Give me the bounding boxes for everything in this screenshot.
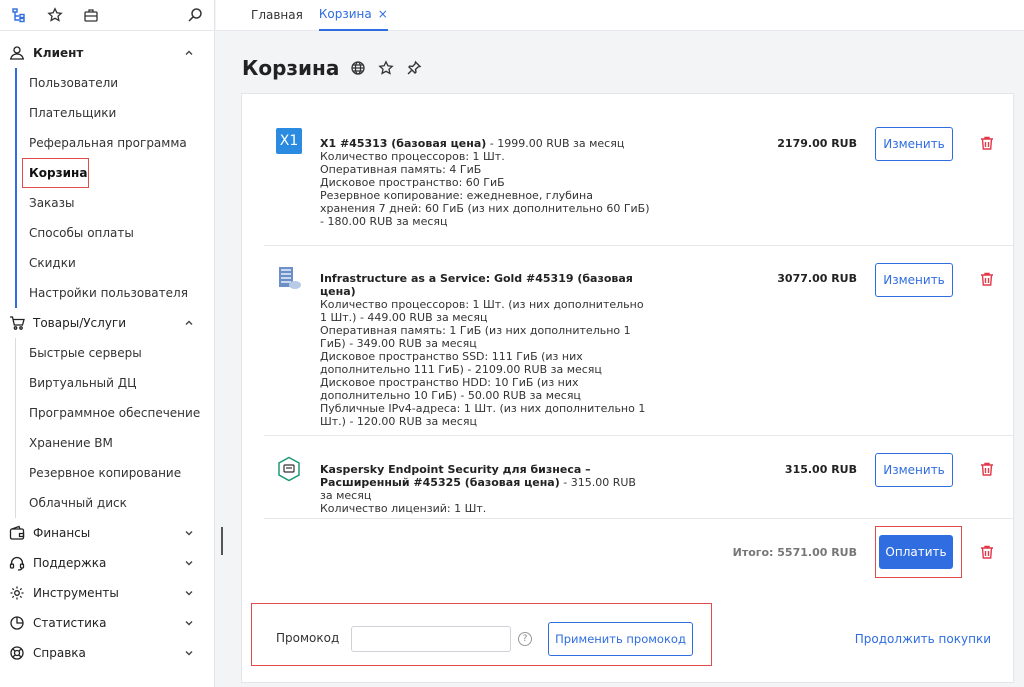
sidebar-client-list: Пользователи Плательщики Реферальная про… bbox=[0, 68, 214, 308]
globe-icon[interactable] bbox=[349, 59, 367, 77]
sidebar-item-discounts[interactable]: Скидки bbox=[0, 248, 214, 278]
item-price: 3077.00 RUB bbox=[777, 272, 857, 285]
chevron-down-icon[interactable] bbox=[183, 647, 195, 659]
cart-icon bbox=[8, 314, 26, 332]
promo-label: Промокод bbox=[276, 631, 340, 645]
sidebar-item-referral[interactable]: Реферальная программа bbox=[0, 128, 214, 158]
sidebar-item-fast-servers[interactable]: Быстрые серверы bbox=[0, 338, 214, 368]
cart-item: X1 X1 #45313 (базовая цена) - 1999.00 RU… bbox=[264, 94, 1013, 246]
sidebar-item-vm-storage[interactable]: Хранение ВМ bbox=[0, 428, 214, 458]
page-header: Корзина bbox=[242, 56, 423, 80]
chevron-down-icon[interactable] bbox=[183, 557, 195, 569]
trash-icon[interactable] bbox=[979, 135, 995, 151]
highlight-box bbox=[22, 158, 89, 188]
sidebar-section-support[interactable]: Поддержка bbox=[0, 548, 214, 578]
sidebar-section-tools[interactable]: Инструменты bbox=[0, 578, 214, 608]
sidebar-section-finance[interactable]: Финансы bbox=[0, 518, 214, 548]
edit-button[interactable]: Изменить bbox=[875, 263, 953, 297]
item-description: Kaspersky Endpoint Security для бизнеса … bbox=[320, 463, 636, 515]
kaspersky-shield-icon bbox=[276, 456, 302, 482]
chevron-down-icon[interactable] bbox=[183, 587, 195, 599]
sidebar-item-user-settings[interactable]: Настройки пользователя bbox=[0, 278, 214, 308]
gear-icon bbox=[8, 584, 26, 602]
pay-button[interactable]: Оплатить bbox=[879, 535, 953, 569]
x1-logo-icon: X1 bbox=[276, 128, 302, 154]
close-icon[interactable]: × bbox=[378, 7, 388, 21]
item-description: X1 #45313 (базовая цена) - 1999.00 RUB з… bbox=[320, 137, 650, 228]
chevron-up-icon[interactable] bbox=[183, 317, 195, 329]
user-icon bbox=[8, 44, 26, 62]
briefcase-icon[interactable] bbox=[82, 6, 100, 24]
tab-bar: Главная Корзина × bbox=[216, 0, 1024, 31]
sidebar-item-cloud-disk[interactable]: Облачный диск bbox=[0, 488, 214, 518]
trash-icon[interactable] bbox=[979, 544, 995, 560]
sidebar-goods-list: Быстрые серверы Виртуальный ДЦ Программн… bbox=[0, 338, 214, 518]
sidebar-section-statistics[interactable]: Статистика bbox=[0, 608, 214, 638]
star-icon[interactable] bbox=[377, 59, 395, 77]
sidebar-section-client[interactable]: Клиент bbox=[0, 38, 214, 68]
page-title: Корзина bbox=[242, 56, 340, 80]
sidebar-item-orders[interactable]: Заказы bbox=[0, 188, 214, 218]
sidebar-item-software[interactable]: Программное обеспечение bbox=[0, 398, 214, 428]
edit-button[interactable]: Изменить bbox=[875, 127, 953, 161]
cart-total: Итого: 5571.00 RUB bbox=[732, 546, 857, 559]
item-description: Infrastructure as a Service: Gold #45319… bbox=[320, 272, 646, 428]
sidebar-section-goods[interactable]: Товары/Услуги bbox=[0, 308, 214, 338]
lifebuoy-icon bbox=[8, 644, 26, 662]
trash-icon[interactable] bbox=[979, 271, 995, 287]
pin-icon[interactable] bbox=[405, 59, 423, 77]
sidebar: Клиент Пользователи Плательщики Рефераль… bbox=[0, 0, 215, 687]
star-icon[interactable] bbox=[46, 6, 64, 24]
sidebar-section-help[interactable]: Справка bbox=[0, 638, 214, 668]
edit-button[interactable]: Изменить bbox=[875, 453, 953, 487]
search-icon[interactable] bbox=[186, 6, 204, 24]
sidebar-item-backup[interactable]: Резервное копирование bbox=[0, 458, 214, 488]
trash-icon[interactable] bbox=[979, 461, 995, 477]
sidebar-item-payers[interactable]: Плательщики bbox=[0, 98, 214, 128]
wallet-icon bbox=[8, 524, 26, 542]
apply-promo-button[interactable]: Применить промокод bbox=[548, 622, 693, 656]
item-price: 2179.00 RUB bbox=[777, 137, 857, 150]
sidebar-scrollbar[interactable] bbox=[221, 527, 223, 555]
sidebar-item-virtual-dc[interactable]: Виртуальный ДЦ bbox=[0, 368, 214, 398]
promo-input[interactable] bbox=[351, 626, 511, 652]
item-price: 315.00 RUB bbox=[784, 463, 857, 476]
sidebar-item-users[interactable]: Пользователи bbox=[0, 68, 214, 98]
chevron-down-icon[interactable] bbox=[183, 617, 195, 629]
headset-icon bbox=[8, 554, 26, 572]
cart-card: X1 X1 #45313 (базовая цена) - 1999.00 RU… bbox=[241, 93, 1014, 683]
help-icon[interactable]: ? bbox=[518, 632, 532, 646]
sidebar-item-payment-methods[interactable]: Способы оплаты bbox=[0, 218, 214, 248]
chevron-up-icon[interactable] bbox=[183, 47, 195, 59]
tree-icon[interactable] bbox=[10, 6, 28, 24]
tab-home[interactable]: Главная bbox=[251, 0, 303, 31]
sidebar-toolbar bbox=[0, 0, 214, 31]
tab-cart[interactable]: Корзина × bbox=[318, 0, 388, 31]
cart-item: Kaspersky Endpoint Security для бизнеса … bbox=[264, 436, 1013, 519]
server-cloud-icon bbox=[276, 265, 302, 291]
chevron-down-icon[interactable] bbox=[183, 527, 195, 539]
pie-chart-icon bbox=[8, 614, 26, 632]
continue-shopping-link[interactable]: Продолжить покупки bbox=[855, 632, 991, 646]
cart-item: Infrastructure as a Service: Gold #45319… bbox=[264, 246, 1013, 436]
